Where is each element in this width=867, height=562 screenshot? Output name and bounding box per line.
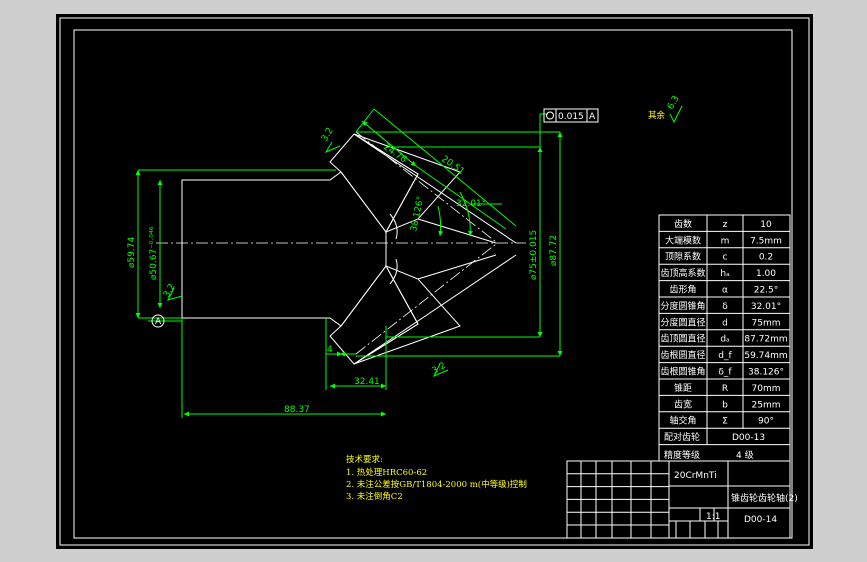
- param-value: 25mm: [752, 400, 781, 410]
- param-name: 大端模数: [665, 234, 701, 246]
- param-value: 38.126°: [748, 368, 784, 378]
- param-symbol: d_f: [718, 351, 732, 361]
- mating-gear-value: D00-13: [732, 433, 765, 443]
- datum-label: A: [155, 317, 162, 327]
- param-name: 分度圆锥角: [660, 300, 705, 312]
- roughness-note-label: 其余: [648, 110, 666, 121]
- title-block: 20CrMnTi 1:1 锥齿轮齿轮轴(2) D00-14: [566, 460, 798, 539]
- tolerance-datum: A: [589, 112, 596, 122]
- drawing-viewport[interactable]: 24.76 20.51 32.01° 38.126° ⌀59.74 ⌀50.67…: [0, 0, 867, 562]
- param-value: 59.74mm: [744, 351, 787, 361]
- param-name: 齿根圆直径: [660, 349, 705, 361]
- dim-angle-38: 38.126°: [409, 195, 426, 232]
- param-symbol: δ: [722, 302, 728, 312]
- param-value: 22.5°: [754, 286, 779, 296]
- param-name: 分度圆直径: [660, 316, 705, 328]
- technical-notes: 技术要求: 1. 热处理HRC60-62 2. 未注公差按GB/T1804-20…: [346, 454, 527, 502]
- mating-gear-label: 配对齿轮: [664, 431, 700, 443]
- pitch-cone-line-upper: [355, 131, 497, 243]
- param-name: 齿宽: [674, 398, 692, 410]
- param-symbol: b: [722, 400, 728, 410]
- param-symbol: d: [722, 318, 728, 328]
- drawing-canvas[interactable]: 24.76 20.51 32.01° 38.126° ⌀59.74 ⌀50.67…: [56, 14, 813, 549]
- dim-dia-59: ⌀59.74: [127, 237, 137, 268]
- note-line-1: 1. 热处理HRC60-62: [346, 467, 427, 478]
- tolerance-frame: 0.015 A: [543, 108, 599, 123]
- part-name: 锥齿轮齿轮轴(2): [731, 492, 798, 504]
- param-symbol: hₐ: [720, 269, 729, 279]
- roughness-3-2-a: 3.2: [320, 126, 336, 143]
- roughness-3-2-b: 3.2: [162, 282, 178, 299]
- note-line-2: 2. 未注公差按GB/T1804-2000 m(中等级)控制: [346, 479, 527, 490]
- dim-4: 4: [327, 345, 333, 355]
- material-label: 20CrMnTi: [674, 471, 717, 481]
- param-value: 10: [760, 220, 772, 230]
- notes-title: 技术要求:: [346, 454, 383, 465]
- param-symbol: m: [721, 236, 730, 246]
- drawing-sheet[interactable]: 24.76 20.51 32.01° 38.126° ⌀59.74 ⌀50.67…: [56, 14, 813, 549]
- roughness-3-2-c: 3.2: [431, 361, 448, 377]
- dim-dia-50: ⌀50.67⁻⁰·⁰⁴⁶: [149, 226, 159, 280]
- param-value: 75mm: [752, 318, 781, 328]
- param-value: 32.01°: [751, 302, 781, 312]
- param-name: 齿形角: [669, 284, 696, 296]
- param-symbol: α: [722, 286, 728, 296]
- param-symbol: Σ: [722, 417, 728, 427]
- tolerance-value: 0.015: [558, 112, 584, 122]
- param-value: 90°: [758, 417, 774, 427]
- param-symbol: z: [723, 220, 728, 230]
- param-name: 齿根圆锥角: [660, 366, 705, 378]
- param-symbol: R: [722, 384, 728, 394]
- param-symbol: dₐ: [720, 335, 729, 345]
- dim-32-41: 32.41: [354, 377, 380, 387]
- scale-label: 1:1: [706, 512, 720, 522]
- param-value: 7.5mm: [750, 236, 782, 246]
- gear-parameter-table: 齿数 z 10 大端模数 m 7.5mm 顶隙系数 c 0.2 齿顶高系数 hₐ 1.00 齿形角 α 22…: [658, 214, 791, 462]
- param-value: 0.2: [759, 253, 773, 263]
- roughness-note-value: 6.3: [666, 94, 682, 111]
- param-name: 齿顶圆直径: [660, 333, 705, 345]
- param-name: 齿数: [674, 218, 692, 230]
- title-block-grid: [567, 461, 669, 538]
- dim-88-37: 88.37: [284, 405, 310, 415]
- param-name: 齿顶高系数: [660, 267, 705, 279]
- param-symbol: c: [723, 253, 728, 263]
- drawing-code: D00-14: [744, 515, 777, 525]
- dim-angle-32: 32.01°: [456, 199, 486, 209]
- param-name: 轴交角: [669, 415, 696, 427]
- dim-dia-87: ⌀87.72: [549, 235, 559, 266]
- param-name: 锥距: [674, 382, 692, 394]
- dim-dia-75: ⌀75±0.015: [529, 230, 539, 280]
- accuracy-value: 4 级: [736, 449, 754, 461]
- param-symbol: δ_f: [718, 368, 732, 378]
- note-line-3: 3. 未注倒角C2: [346, 491, 403, 502]
- accuracy-label: 精度等级: [664, 449, 700, 461]
- param-value: 87.72mm: [744, 335, 787, 345]
- runout-icon: [546, 111, 554, 120]
- param-name: 顶隙系数: [665, 251, 701, 263]
- dimension-lines: [135, 108, 563, 418]
- param-value: 1.00: [756, 269, 776, 279]
- outer-frame: [59, 17, 810, 546]
- param-value: 70mm: [752, 384, 781, 394]
